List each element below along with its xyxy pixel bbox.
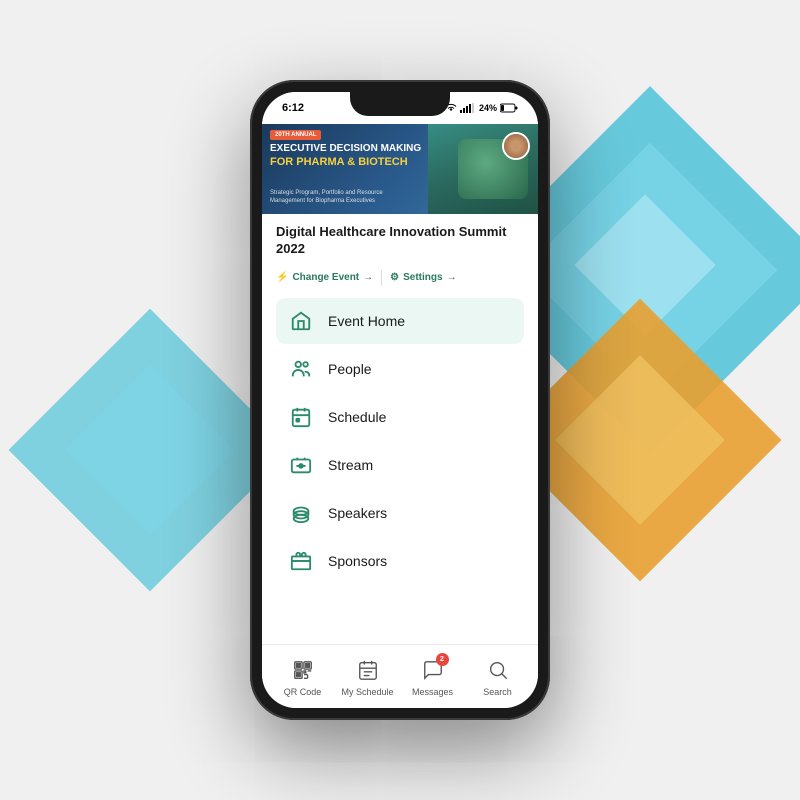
speakers-label: Speakers [328,505,387,521]
nav-my-schedule[interactable]: My Schedule [335,656,400,697]
change-event-button[interactable]: ⚡ Change Event → [276,270,373,286]
menu-item-speakers[interactable]: Speakers [276,490,524,536]
event-home-label: Event Home [328,313,405,329]
banner-tag: 20TH ANNUAL [270,130,321,140]
banner-avatar [502,132,530,160]
event-banner: 20TH ANNUAL EXECUTIVE DECISION MAKING FO… [262,124,538,214]
sponsors-icon [288,548,314,574]
qr-code-icon [289,656,317,684]
my-schedule-label: My Schedule [341,687,393,697]
settings-arrow: → [447,272,457,283]
search-label: Search [483,687,512,697]
search-icon [484,656,512,684]
event-title: Digital Healthcare Innovation Summit 202… [276,224,524,258]
banner-subtitle: Strategic Program, Portfolio and Resourc… [270,190,410,206]
menu-item-people[interactable]: People [276,346,524,392]
nav-qr-code[interactable]: QR Code [270,656,335,697]
qr-code-label: QR Code [284,687,322,697]
home-icon [288,308,314,334]
messages-icon: 2 [419,656,447,684]
nav-messages[interactable]: 2 Messages [400,656,465,697]
settings-label: Settings [403,272,442,283]
notch [350,92,450,116]
change-event-arrow: → [363,272,373,283]
menu-item-event-home[interactable]: Event Home [276,298,524,344]
phone-screen: 6:12 24% [262,92,538,708]
menu-list: Event Home People [262,292,538,644]
screen-content: 20TH ANNUAL EXECUTIVE DECISION MAKING FO… [262,124,538,708]
menu-item-sponsors[interactable]: Sponsors [276,538,524,584]
menu-item-schedule[interactable]: Schedule [276,394,524,440]
people-label: People [328,361,372,377]
people-icon [288,356,314,382]
phone-frame: 6:12 24% [250,80,550,720]
calendar-icon [288,404,314,430]
status-time: 6:12 [282,102,304,114]
my-schedule-icon [354,656,382,684]
schedule-label: Schedule [328,409,386,425]
nav-search[interactable]: Search [465,656,530,697]
event-title-section: Digital Healthcare Innovation Summit 202… [262,214,538,264]
battery-label: 24% [479,103,497,113]
action-divider [381,270,382,286]
action-buttons: ⚡ Change Event → ⚙ Settings → [262,264,538,292]
stream-icon [288,452,314,478]
bottom-nav: QR Code My Schedule [262,644,538,708]
status-icons: 24% [445,103,518,113]
settings-icon: ⚙ [390,272,399,283]
stream-label: Stream [328,457,373,473]
signal-icon [460,103,476,113]
battery-icon [500,103,518,113]
messages-badge: 2 [436,653,449,666]
settings-button[interactable]: ⚙ Settings → [390,270,456,286]
messages-label: Messages [412,687,453,697]
sponsors-label: Sponsors [328,553,387,569]
banner-title: EXECUTIVE DECISION MAKING FOR PHARMA & B… [270,142,430,170]
lightning-icon: ⚡ [276,272,288,283]
change-event-label: Change Event [292,272,359,283]
menu-item-stream[interactable]: Stream [276,442,524,488]
speakers-icon [288,500,314,526]
